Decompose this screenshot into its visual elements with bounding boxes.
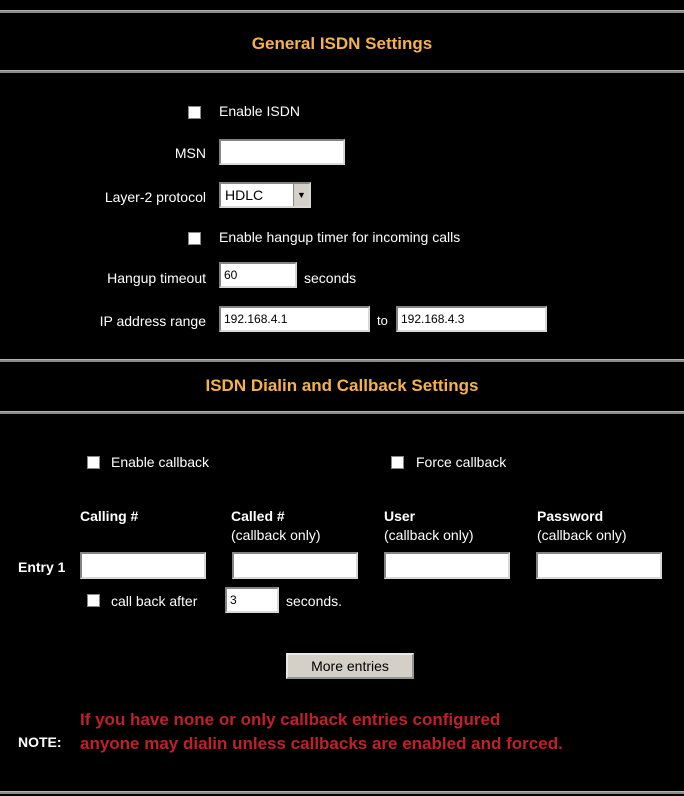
- entry-1-password-input[interactable]: [536, 552, 662, 579]
- layer2-protocol-value: HDLC: [225, 187, 264, 203]
- password-column-header: Password: [537, 508, 604, 524]
- general-title-divider: [0, 70, 684, 73]
- entry-1-calling-input[interactable]: [80, 552, 206, 579]
- user-column-header: User: [384, 508, 416, 524]
- calling-column-header: Calling #: [80, 508, 139, 524]
- note-label: NOTE:: [18, 734, 62, 750]
- ip-range-label: IP address range: [99, 313, 206, 329]
- hangup-seconds-label: seconds: [304, 270, 357, 286]
- hangup-timer-label: Enable hangup timer for incoming calls: [219, 229, 461, 245]
- enable-callback-label: Enable callback: [111, 454, 210, 470]
- note-line-2: anyone may dialin unless callbacks are e…: [80, 734, 563, 753]
- call-back-seconds-label: seconds.: [286, 593, 343, 609]
- bottom-divider: [0, 791, 684, 794]
- password-column-subheader: (callback only): [537, 527, 627, 543]
- call-back-after-checkbox[interactable]: [87, 594, 100, 607]
- enable-callback-checkbox[interactable]: [87, 456, 100, 469]
- dialin-title-divider: [0, 411, 684, 414]
- force-callback-label: Force callback: [416, 454, 507, 470]
- hangup-timeout-label: Hangup timeout: [107, 270, 206, 286]
- layer2-protocol-select[interactable]: HDLC ▼: [219, 182, 311, 208]
- msn-input[interactable]: [219, 139, 345, 165]
- ip-range-to-input[interactable]: [396, 306, 547, 332]
- entry-1-user-input[interactable]: [384, 552, 510, 579]
- entry-1-label: Entry 1: [18, 559, 66, 575]
- dialin-section-title: ISDN Dialin and Callback Settings: [205, 376, 479, 395]
- hangup-timeout-input[interactable]: [219, 262, 297, 288]
- ip-range-from-input[interactable]: [219, 306, 370, 332]
- ip-range-to-label: to: [377, 313, 388, 328]
- force-callback-checkbox[interactable]: [391, 456, 404, 469]
- call-back-after-label: call back after: [111, 593, 198, 609]
- enable-isdn-label: Enable ISDN: [219, 103, 300, 119]
- dialin-top-divider: [0, 359, 684, 362]
- call-back-after-input[interactable]: [225, 587, 279, 613]
- general-section-title: General ISDN Settings: [251, 34, 433, 53]
- top-divider: [0, 10, 684, 13]
- called-column-header: Called #: [231, 508, 285, 524]
- layer2-protocol-label: Layer-2 protocol: [104, 189, 206, 205]
- msn-label: MSN: [174, 145, 206, 161]
- note-line-1: If you have none or only callback entrie…: [80, 710, 501, 729]
- chevron-down-icon[interactable]: ▼: [293, 184, 309, 206]
- enable-isdn-checkbox[interactable]: [188, 106, 201, 119]
- more-entries-button[interactable]: More entries: [286, 653, 414, 679]
- called-column-subheader: (callback only): [231, 527, 321, 543]
- entry-1-called-input[interactable]: [232, 552, 358, 579]
- hangup-timer-checkbox[interactable]: [188, 232, 201, 245]
- user-column-subheader: (callback only): [384, 527, 474, 543]
